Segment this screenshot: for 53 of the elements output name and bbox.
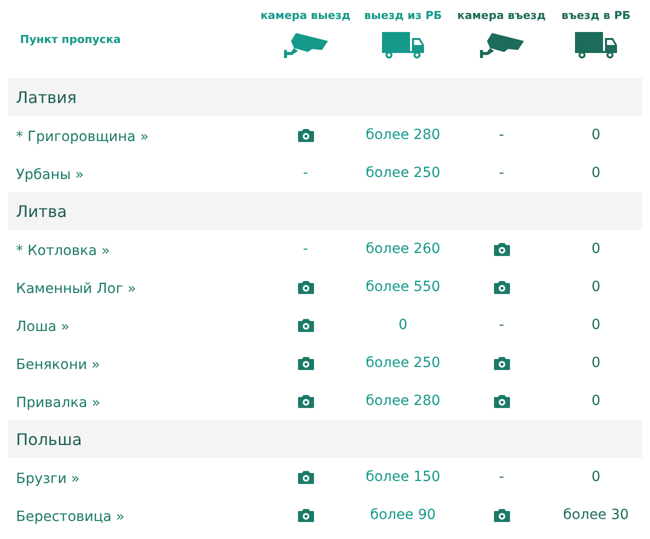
cell-value: 0 (592, 469, 600, 485)
cell-value: - (302, 241, 308, 257)
country-name: Польша (16, 430, 82, 448)
cell-value: более 550 (366, 279, 440, 295)
cell-value: 0 (592, 279, 600, 295)
camera-icon[interactable] (492, 242, 510, 256)
camera-icon[interactable] (296, 508, 314, 522)
column-header: камера въезд (457, 9, 546, 22)
column-header: въезд в РБ (561, 9, 631, 22)
cell-value: 0 (592, 127, 600, 143)
camera-icon[interactable] (492, 394, 510, 408)
cell-value: - (302, 165, 308, 181)
checkpoint-link[interactable]: Лоша » (16, 318, 70, 334)
cell-value: - (498, 165, 504, 181)
camera-icon[interactable] (492, 356, 510, 370)
cell-value: 0 (592, 355, 600, 371)
cell-value: более 30 (563, 507, 629, 523)
camera-icon[interactable] (492, 508, 510, 522)
checkpoint-link[interactable]: Привалка » (16, 394, 100, 410)
camera-icon[interactable] (492, 280, 510, 294)
column-header: камера выезд (260, 9, 351, 22)
cell-value: более 280 (366, 393, 440, 409)
cell-value: более 250 (366, 355, 440, 371)
camera-icon[interactable] (296, 470, 314, 484)
camera-icon[interactable] (296, 356, 314, 370)
cell-value: - (498, 127, 504, 143)
country-name: Литва (16, 202, 67, 220)
camera-icon[interactable] (296, 394, 314, 408)
cell-value: более 150 (366, 469, 440, 485)
cell-value: 0 (592, 393, 600, 409)
checkpoint-link[interactable]: Бенякони » (16, 356, 100, 372)
cell-value: 0 (592, 317, 600, 333)
cell-value: 0 (398, 317, 408, 333)
camera-icon[interactable] (296, 318, 314, 332)
camera-icon[interactable] (296, 280, 314, 294)
checkpoint-link[interactable]: * Котловка » (16, 242, 110, 258)
cell-value: - (498, 469, 504, 485)
cell-value: 0 (592, 165, 600, 181)
country-name: Латвия (16, 88, 77, 106)
cell-value: - (498, 317, 504, 333)
cell-value: более 260 (366, 241, 440, 257)
checkpoint-link[interactable]: Урбаны » (16, 166, 84, 182)
checkpoint-link[interactable]: Берестовица » (16, 508, 125, 524)
checkpoint-link[interactable]: Каменный Лог » (16, 280, 136, 296)
camera-icon[interactable] (296, 128, 314, 142)
checkpoint-link[interactable]: Брузги » (16, 470, 80, 486)
cell-value: более 250 (366, 165, 440, 181)
column-header: Пункт пропуска (20, 32, 121, 46)
column-header: выезд из РБ (364, 9, 442, 22)
cell-value: более 90 (370, 507, 436, 523)
cell-value: 0 (592, 241, 600, 257)
checkpoint-link[interactable]: * Григоровщина » (16, 128, 149, 144)
cell-value: более 280 (366, 127, 440, 143)
